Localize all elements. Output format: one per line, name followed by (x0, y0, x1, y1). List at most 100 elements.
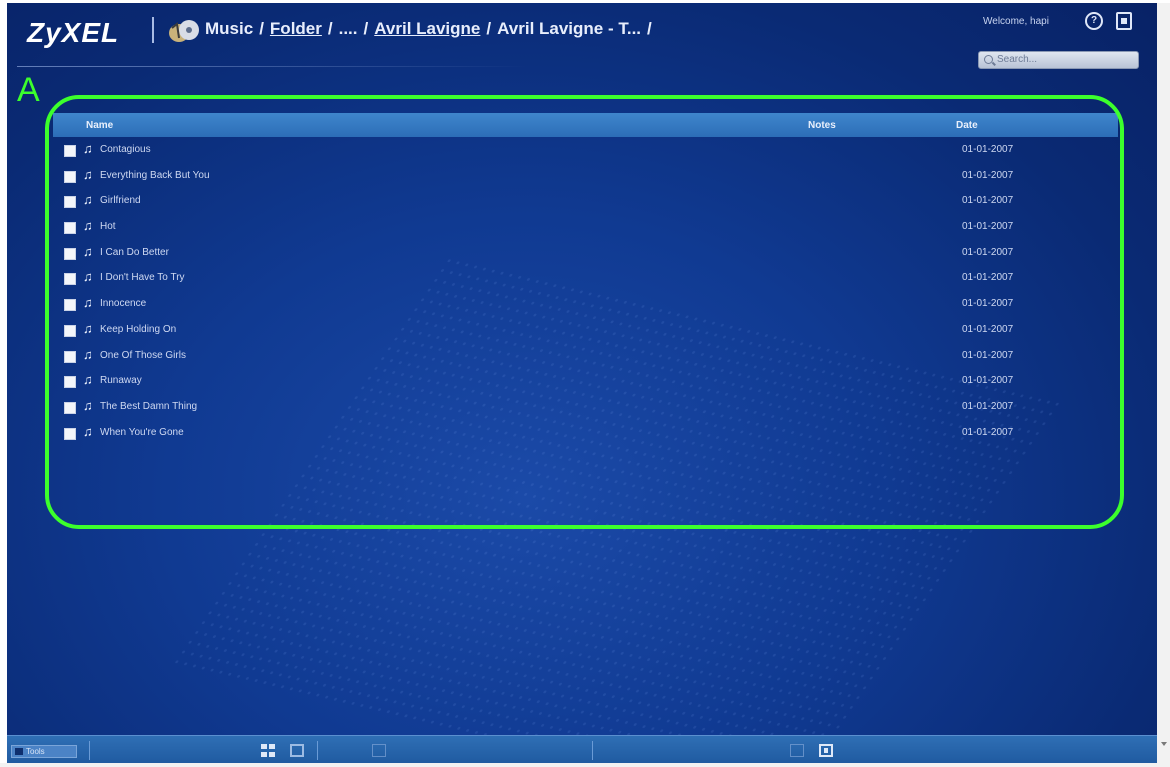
row-checkbox[interactable] (64, 376, 76, 389)
disabled-icon (790, 744, 804, 757)
music-note-icon: ♫ (83, 269, 93, 285)
table-row[interactable]: ♫ The Best Damn Thing 01-01-2007 (53, 394, 1118, 420)
annotation-label: A (17, 71, 40, 109)
row-checkbox[interactable] (64, 401, 76, 414)
table-row[interactable]: ♫ Hot 01-01-2007 (53, 214, 1118, 240)
scrollbar-track[interactable] (1157, 3, 1170, 763)
song-date: 01-01-2007 (962, 323, 1014, 335)
music-note-icon: ♫ (83, 166, 93, 182)
row-checkbox[interactable] (64, 170, 76, 183)
tools-button[interactable]: Tools (11, 745, 77, 758)
song-title[interactable]: Innocence (100, 298, 146, 309)
song-title[interactable]: Everything Back But You (100, 170, 210, 181)
song-title[interactable]: When You're Gone (100, 427, 184, 438)
breadcrumb-avril-lavigne[interactable]: Avril Lavigne (374, 19, 480, 38)
music-note-icon: ♫ (83, 346, 93, 362)
song-date: 01-01-2007 (962, 246, 1014, 258)
table-row[interactable]: ♫ Contagious 01-01-2007 (53, 137, 1118, 163)
music-folder-icon (169, 20, 199, 42)
song-date: 01-01-2007 (962, 375, 1014, 387)
row-checkbox[interactable] (64, 427, 76, 440)
media-browser-window: ZyXEL Music / Folder /.... / Avril Lavigne / Av… (7, 3, 1157, 763)
music-note-icon: ♫ (83, 397, 93, 413)
page-icon[interactable] (372, 744, 386, 757)
breadcrumb-folder[interactable]: Folder (270, 19, 322, 38)
table-row[interactable]: ♫ I Don't Have To Try 01-01-2007 (53, 265, 1118, 291)
song-date: 01-01-2007 (962, 221, 1014, 233)
row-checkbox[interactable] (64, 145, 76, 157)
music-note-icon: ♫ (83, 320, 93, 336)
song-date: 01-01-2007 (962, 400, 1014, 412)
breadcrumb-ellipsis[interactable]: .... (339, 19, 358, 38)
song-title[interactable]: Contagious (100, 144, 151, 155)
row-checkbox[interactable] (64, 324, 76, 337)
row-checkbox[interactable] (64, 196, 76, 209)
logo-separator (152, 17, 154, 43)
music-note-icon: ♫ (83, 141, 93, 156)
list-view-icon[interactable] (290, 744, 304, 757)
table-row[interactable]: ♫ When You're Gone 01-01-2007 (53, 420, 1118, 446)
table-row[interactable]: ♫ One Of Those Girls 01-01-2007 (53, 343, 1118, 369)
table-body: ♫ Contagious 01-01-2007 ♫ Everything Back Bu… (53, 137, 1118, 445)
music-note-icon: ♫ (83, 192, 93, 208)
tools-icon (15, 748, 23, 755)
tools-button-label: Tools (26, 747, 45, 756)
grid-view-icon[interactable] (261, 744, 275, 757)
breadcrumb-separator: / (363, 19, 369, 38)
breadcrumb-separator: / (486, 19, 492, 38)
row-checkbox[interactable] (64, 350, 76, 363)
song-title[interactable]: Hot (100, 221, 116, 232)
column-header-name[interactable]: Name (86, 120, 113, 131)
help-icon[interactable]: ? (1085, 12, 1103, 30)
toolbar-separator (317, 741, 318, 760)
logout-icon[interactable] (1116, 12, 1132, 30)
song-date: 01-01-2007 (962, 169, 1014, 181)
scroll-down-icon[interactable] (1161, 742, 1167, 746)
search-input[interactable]: Search... (978, 51, 1139, 69)
breadcrumb-trailing-slash: / (647, 19, 652, 38)
column-header-notes[interactable]: Notes (808, 120, 836, 131)
song-title[interactable]: I Don't Have To Try (100, 272, 185, 283)
table-row[interactable]: ♫ Everything Back But You 01-01-2007 (53, 163, 1118, 189)
breadcrumb-current-album: Avril Lavigne - T... (497, 19, 642, 38)
table-row[interactable]: ♫ Keep Holding On 01-01-2007 (53, 317, 1118, 343)
zyxel-logo[interactable]: ZyXEL (27, 17, 119, 49)
song-title[interactable]: Keep Holding On (100, 324, 176, 335)
song-title[interactable]: Runaway (100, 375, 142, 386)
file-list-table: Name Notes Date ♫ Contagious 01-01-2007 ♫ Ev… (53, 113, 1118, 445)
music-note-icon: ♫ (83, 423, 93, 439)
music-note-icon: ♫ (83, 295, 93, 311)
next-icon[interactable] (819, 744, 833, 757)
row-checkbox[interactable] (64, 247, 76, 260)
music-note-icon: ♫ (83, 243, 93, 259)
header-divider (17, 66, 527, 67)
search-icon (984, 55, 993, 64)
table-row[interactable]: ♫ I Can Do Better 01-01-2007 (53, 240, 1118, 266)
music-note-icon: ♫ (83, 372, 93, 388)
music-note-icon: ♫ (83, 218, 93, 234)
page-left-margin (0, 0, 7, 767)
table-header: Name Notes Date (53, 113, 1118, 137)
song-date: 01-01-2007 (962, 298, 1014, 310)
page-bottom-margin (0, 763, 1170, 767)
song-title[interactable]: The Best Damn Thing (100, 401, 197, 412)
breadcrumb-music[interactable]: Music (205, 19, 253, 38)
row-checkbox[interactable] (64, 222, 76, 235)
breadcrumb-separator: / (327, 19, 333, 38)
row-checkbox[interactable] (64, 273, 76, 286)
toolbar-separator (89, 741, 90, 760)
table-row[interactable]: ♫ Innocence 01-01-2007 (53, 291, 1118, 317)
song-date: 01-01-2007 (962, 349, 1014, 361)
song-title[interactable]: One Of Those Girls (100, 350, 186, 361)
table-row[interactable]: ♫ Runaway 01-01-2007 (53, 368, 1118, 394)
column-header-date[interactable]: Date (956, 120, 978, 131)
song-date: 01-01-2007 (962, 426, 1014, 438)
toolbar-separator (592, 741, 593, 760)
header: ZyXEL Music / Folder /.... / Avril Lavigne / Av… (7, 3, 1157, 73)
song-title[interactable]: I Can Do Better (100, 247, 169, 258)
breadcrumb-separator: / (259, 19, 264, 38)
row-checkbox[interactable] (64, 299, 76, 312)
song-title[interactable]: Girlfriend (100, 195, 141, 206)
bottom-toolbar: Tools (7, 735, 1157, 763)
table-row[interactable]: ♫ Girlfriend 01-01-2007 (53, 188, 1118, 214)
